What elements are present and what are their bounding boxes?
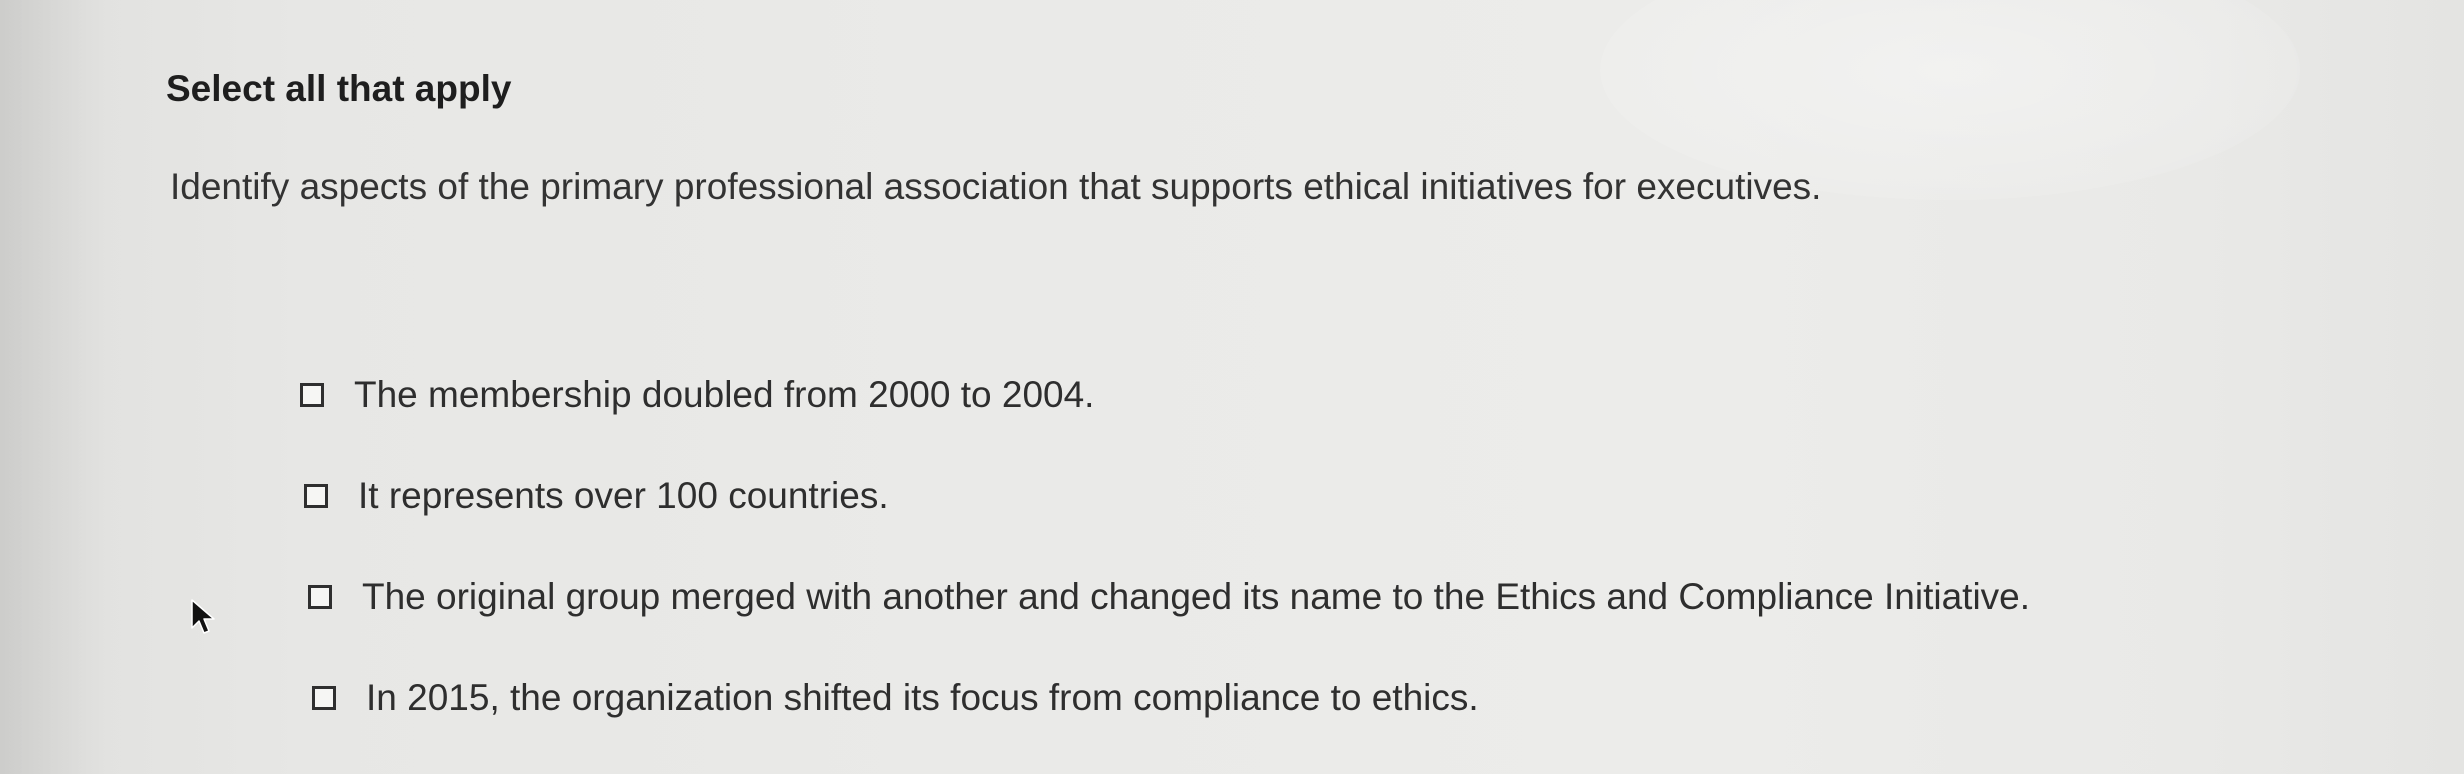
question-prompt: Identify aspects of the primary professi… [170,166,1822,207]
answer-option-label: The membership doubled from 2000 to 2004… [354,374,1095,415]
checkbox-unchecked-icon[interactable] [300,383,324,407]
answer-options: The membership doubled from 2000 to 2004… [300,370,2030,774]
checkbox-unchecked-icon[interactable] [312,686,336,710]
answer-option[interactable]: The membership doubled from 2000 to 2004… [300,370,2030,420]
question-instruction: Select all that apply [166,68,512,109]
answer-option[interactable]: In 2015, the organization shifted its fo… [312,673,2030,723]
screen-shadow [0,0,110,774]
answer-option-label: The original group merged with another a… [362,576,2031,617]
answer-option-label: In 2015, the organization shifted its fo… [366,677,1479,718]
checkbox-unchecked-icon[interactable] [308,585,332,609]
answer-option-label: It represents over 100 countries. [358,475,889,516]
mouse-pointer-icon [191,599,215,634]
answer-option[interactable]: It represents over 100 countries. [304,471,2030,521]
answer-option[interactable]: The original group merged with another a… [308,572,2030,622]
checkbox-unchecked-icon[interactable] [304,484,328,508]
